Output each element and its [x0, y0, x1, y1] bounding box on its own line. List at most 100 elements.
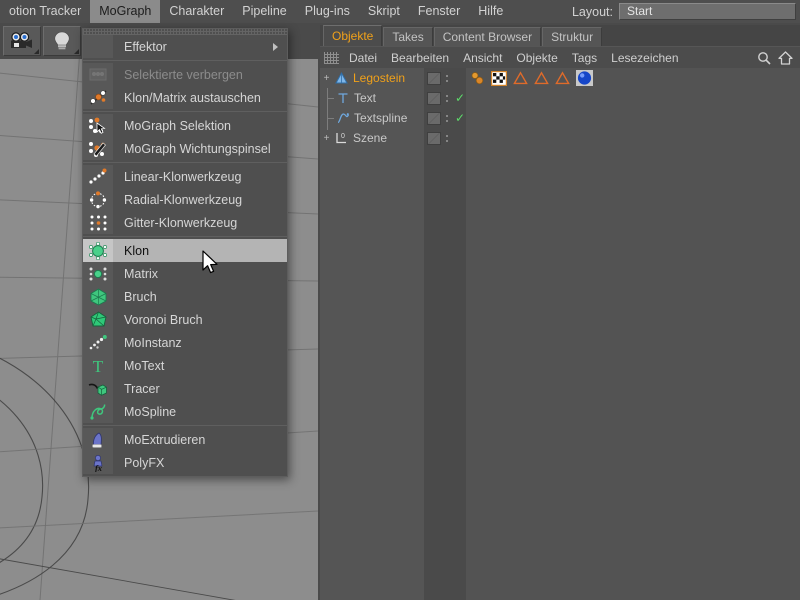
menu-item-moinstanz[interactable]: MoInstanz — [83, 331, 287, 354]
object-tag-icons[interactable] — [470, 68, 593, 88]
layout-zone: Layout: Start — [572, 3, 800, 20]
effektor-icon — [83, 35, 113, 58]
expander-icon[interactable]: + — [320, 73, 333, 84]
triangle-tag-icon[interactable] — [555, 71, 570, 85]
menu-skript[interactable]: Skript — [359, 0, 409, 23]
menu-item-label: MoGraph Wichtungspinsel — [113, 142, 271, 156]
enabled-check-icon[interactable]: ✓ — [455, 111, 465, 125]
object-row-name[interactable]: + Legostein — [320, 68, 424, 88]
table-row[interactable]: Textspline ✓ — [320, 108, 800, 128]
enabled-check-icon[interactable]: ✓ — [455, 91, 465, 105]
triangle-tag-icon[interactable] — [534, 71, 549, 85]
svg-text:T: T — [93, 357, 104, 375]
menu-item-selektierte-verbergen[interactable]: Selektierte verbergen — [83, 63, 287, 86]
menu-fenster[interactable]: Fenster — [409, 0, 469, 23]
expander-icon[interactable]: + — [320, 133, 333, 144]
object-visibility-dots[interactable] — [424, 128, 466, 148]
menu-pipeline[interactable]: Pipeline — [233, 0, 295, 23]
clone-icon — [83, 239, 113, 262]
object-row-name[interactable]: + 0 Szene — [320, 128, 424, 148]
menu-item-label: Selektierte verbergen — [113, 68, 243, 82]
camera-tool-button[interactable] — [3, 26, 41, 56]
radial-clone-tool-icon — [83, 188, 113, 211]
layout-dropdown[interactable]: Start — [619, 3, 796, 20]
checker-texture-icon[interactable] — [491, 71, 507, 86]
mograph-dropdown-menu[interactable]: Effektor Selektierte verbergen — [82, 28, 288, 477]
table-row[interactable]: + 0 Szene — [320, 128, 800, 148]
display-swatch[interactable] — [427, 72, 441, 85]
om-menu-datei[interactable]: Datei — [342, 47, 384, 69]
menu-item-bruch[interactable]: Bruch — [83, 285, 287, 308]
tab-objekte[interactable]: Objekte — [323, 25, 382, 46]
polyfx-icon: fx — [83, 451, 113, 474]
object-label: Text — [351, 91, 376, 105]
menu-item-klon-matrix-austauschen[interactable]: Klon/Matrix austauschen — [83, 86, 287, 109]
sketch-material-icon[interactable] — [470, 71, 485, 85]
menu-hilfe[interactable]: Hilfe — [469, 0, 512, 23]
menu-item-klon[interactable]: Klon — [83, 239, 287, 262]
object-visibility-dots[interactable] — [424, 68, 466, 88]
display-swatch[interactable] — [427, 112, 441, 125]
table-row[interactable]: + Legostein — [320, 68, 800, 88]
menu-motion-tracker[interactable]: otion Tracker — [0, 0, 90, 23]
search-icon[interactable] — [757, 51, 771, 65]
menu-item-label: Klon/Matrix austauschen — [113, 91, 261, 105]
menu-item-voronoi-bruch[interactable]: Voronoi Bruch — [83, 308, 287, 331]
object-visibility-dots[interactable]: ✓ — [424, 108, 466, 128]
tab-takes[interactable]: Takes — [383, 27, 432, 46]
cinema4d-window: otion Tracker MoGraph Charakter Pipeline… — [0, 0, 800, 600]
menu-item-motext[interactable]: T MoText — [83, 354, 287, 377]
menu-charakter[interactable]: Charakter — [160, 0, 233, 23]
visibility-dots-icon[interactable] — [444, 95, 449, 102]
tab-struktur[interactable]: Struktur — [542, 27, 602, 46]
object-tree[interactable]: + Legostein — [320, 68, 800, 600]
menu-item-mograph-selektion[interactable]: MoGraph Selektion — [83, 114, 287, 137]
text-object-icon — [334, 90, 351, 107]
menu-plugins[interactable]: Plug-ins — [296, 0, 359, 23]
visibility-dots-icon[interactable] — [444, 115, 449, 122]
om-menu-tags[interactable]: Tags — [565, 47, 604, 69]
menu-separator — [83, 236, 287, 237]
null-object-icon — [333, 70, 350, 87]
menu-item-label: Gitter-Klonwerkzeug — [113, 216, 237, 230]
menu-separator — [83, 60, 287, 61]
menu-item-mospline[interactable]: MoSpline — [83, 400, 287, 423]
menu-item-label: MoGraph Selektion — [113, 119, 231, 133]
menu-item-effektor[interactable]: Effektor — [83, 35, 287, 58]
menu-item-radial-klonwerkzeug[interactable]: Radial-Klonwerkzeug — [83, 188, 287, 211]
object-label: Legostein — [350, 71, 405, 85]
display-swatch[interactable] — [427, 92, 441, 105]
visibility-dots-icon[interactable] — [444, 75, 449, 82]
menu-item-mograph-wichtungspinsel[interactable]: MoGraph Wichtungspinsel — [83, 137, 287, 160]
om-menu-bearbeiten[interactable]: Bearbeiten — [384, 47, 456, 69]
menu-item-polyfx[interactable]: fx PolyFX — [83, 451, 287, 474]
object-label: Textspline — [351, 111, 407, 125]
menu-item-moextrudieren[interactable]: MoExtrudieren — [83, 428, 287, 451]
om-menu-lesezeichen[interactable]: Lesezeichen — [604, 47, 685, 69]
table-row[interactable]: Text ✓ — [320, 88, 800, 108]
display-swatch[interactable] — [427, 132, 441, 145]
chevron-right-icon — [273, 43, 278, 51]
lightbulb-icon — [52, 30, 72, 52]
object-visibility-dots[interactable]: ✓ — [424, 88, 466, 108]
blue-sphere-material-icon[interactable] — [576, 70, 593, 86]
object-manager-tabs: Objekte Takes Content Browser Struktur — [320, 25, 800, 46]
home-icon[interactable] — [778, 51, 793, 65]
menu-mograph[interactable]: MoGraph — [90, 0, 160, 23]
menu-item-matrix[interactable]: Matrix — [83, 262, 287, 285]
panel-drag-grip[interactable] — [324, 52, 339, 64]
object-row-name[interactable]: Text — [320, 88, 424, 108]
tab-content-browser[interactable]: Content Browser — [434, 27, 541, 46]
triangle-tag-icon[interactable] — [513, 71, 528, 85]
menu-separator — [83, 162, 287, 163]
menu-item-linear-klonwerkzeug[interactable]: Linear-Klonwerkzeug — [83, 165, 287, 188]
visibility-dots-icon[interactable] — [444, 135, 449, 142]
menu-item-tracer[interactable]: Tracer — [83, 377, 287, 400]
om-menu-objekte[interactable]: Objekte — [509, 47, 564, 69]
camera-icon — [9, 32, 35, 50]
om-menu-ansicht[interactable]: Ansicht — [456, 47, 509, 69]
menu-item-gitter-klonwerkzeug[interactable]: Gitter-Klonwerkzeug — [83, 211, 287, 234]
layer-object-icon: 0 — [333, 130, 350, 147]
light-tool-button[interactable] — [43, 26, 81, 56]
object-row-name[interactable]: Textspline — [320, 108, 424, 128]
